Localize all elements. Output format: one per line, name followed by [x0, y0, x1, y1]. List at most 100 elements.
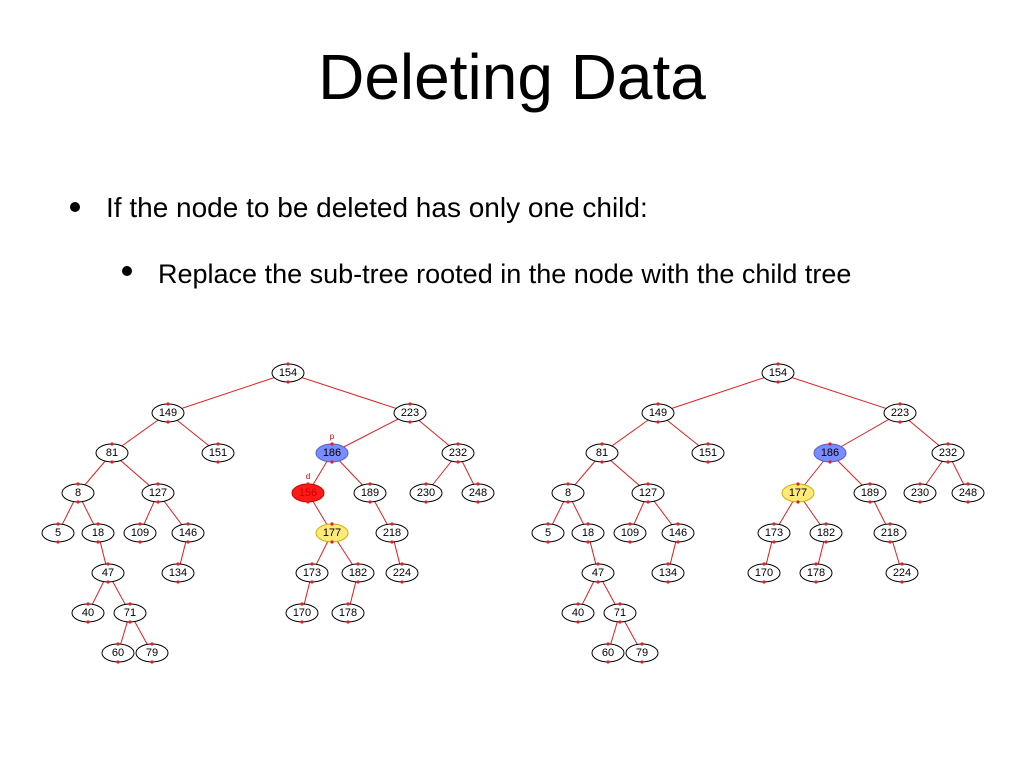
tree-after: 154 149 223 81 151 186 232 8 127 177 189 230 248 5 18 1… [530, 355, 985, 710]
tree-node: 230 [904, 484, 936, 502]
svg-text:40: 40 [572, 607, 584, 619]
tree-node: 60 [592, 644, 624, 662]
tree-node: 149 [152, 404, 184, 422]
svg-text:5: 5 [55, 527, 61, 539]
svg-text:218: 218 [383, 527, 401, 539]
svg-text:182: 182 [349, 567, 367, 579]
tree-node: 151 [692, 444, 724, 462]
tree-node: 127 [142, 484, 174, 502]
svg-text:218: 218 [881, 527, 899, 539]
svg-text:146: 146 [669, 527, 687, 539]
tree-node: 189 [354, 484, 386, 502]
tree-node: 186 [814, 444, 846, 462]
svg-text:8: 8 [75, 487, 81, 499]
tree-node: 40 [72, 604, 104, 622]
svg-text:47: 47 [102, 567, 114, 579]
tree-node: 127 [632, 484, 664, 502]
svg-text:60: 60 [602, 647, 614, 659]
tree-node: 223 [394, 404, 426, 422]
tree-node: 177 [782, 484, 814, 502]
svg-text:223: 223 [401, 407, 419, 419]
svg-text:178: 178 [807, 567, 825, 579]
svg-text:149: 149 [159, 407, 177, 419]
tree-node: 71 [604, 604, 636, 622]
tree-node: 60 [102, 644, 134, 662]
bullet-2-text: Replace the sub-tree rooted in the node … [158, 256, 851, 292]
tree-node: 18 [572, 524, 604, 542]
svg-text:71: 71 [124, 607, 136, 619]
tree-node: 170 [748, 564, 780, 582]
svg-text:170: 170 [755, 567, 773, 579]
tree-node: 134 [652, 564, 684, 582]
tree-node: 232 [442, 444, 474, 462]
tree-node: 79 [136, 644, 168, 662]
tree-node: 47 [92, 564, 124, 582]
tree-node: 248 [462, 484, 494, 502]
svg-text:230: 230 [911, 487, 929, 499]
tree-node: 8 [552, 484, 584, 502]
tree-node: 178 [332, 604, 364, 622]
tree-node: 182 [342, 564, 374, 582]
svg-text:189: 189 [861, 487, 879, 499]
svg-text:40: 40 [82, 607, 94, 619]
tree-node: 170 [286, 604, 318, 622]
svg-text:134: 134 [169, 567, 187, 579]
tree-node: 81 [96, 444, 128, 462]
tree-node: 218 [376, 524, 408, 542]
tree-node: 223 [884, 404, 916, 422]
tree-node: 248 [952, 484, 984, 502]
svg-text:81: 81 [106, 447, 118, 459]
tree-node: 8 [62, 484, 94, 502]
svg-text:8: 8 [565, 487, 571, 499]
svg-text:182: 182 [817, 527, 835, 539]
svg-text:109: 109 [621, 527, 639, 539]
svg-text:154: 154 [769, 367, 787, 379]
tree-node: 134 [162, 564, 194, 582]
svg-text:p: p [330, 432, 335, 441]
tree-node: 149 [642, 404, 674, 422]
slide: Deleting Data If the node to be deleted … [0, 0, 1024, 768]
svg-text:18: 18 [582, 527, 594, 539]
tree-diagrams: 1541492238115118623281271561892302485181… [40, 355, 984, 715]
tree-node: 224 [386, 564, 418, 582]
svg-text:248: 248 [959, 487, 977, 499]
svg-text:224: 224 [393, 567, 411, 579]
tree-node: 146 [662, 524, 694, 542]
tree-node: 218 [874, 524, 906, 542]
tree-node: 47 [582, 564, 614, 582]
svg-text:177: 177 [323, 527, 341, 539]
tree-node: 186 [316, 444, 348, 462]
svg-text:79: 79 [146, 647, 158, 659]
svg-text:173: 173 [765, 527, 783, 539]
svg-text:232: 232 [939, 447, 957, 459]
tree-node: 177 [316, 524, 348, 542]
svg-text:223: 223 [891, 407, 909, 419]
tree-node: 224 [886, 564, 918, 582]
svg-text:189: 189 [361, 487, 379, 499]
svg-text:232: 232 [449, 447, 467, 459]
svg-text:79: 79 [636, 647, 648, 659]
bullet-level-2: Replace the sub-tree rooted in the node … [122, 256, 974, 292]
tree-node: 154 [762, 364, 794, 382]
svg-text:151: 151 [699, 447, 717, 459]
svg-text:60: 60 [112, 647, 124, 659]
svg-text:81: 81 [596, 447, 608, 459]
tree-node: 18 [82, 524, 114, 542]
svg-text:186: 186 [323, 447, 341, 459]
svg-text:154: 154 [279, 367, 297, 379]
tree-node: 189 [854, 484, 886, 502]
svg-text:224: 224 [893, 567, 911, 579]
svg-text:173: 173 [303, 567, 321, 579]
tree-node: 173 [296, 564, 328, 582]
bullet-1-text: If the node to be deleted has only one c… [106, 190, 648, 226]
svg-text:186: 186 [821, 447, 839, 459]
svg-text:71: 71 [614, 607, 626, 619]
svg-text:109: 109 [131, 527, 149, 539]
tree-node: 5 [532, 524, 564, 542]
svg-text:170: 170 [293, 607, 311, 619]
svg-text:18: 18 [92, 527, 104, 539]
tree-node: 151 [202, 444, 234, 462]
svg-text:134: 134 [659, 567, 677, 579]
tree-node: 146 [172, 524, 204, 542]
tree-node: 71 [114, 604, 146, 622]
